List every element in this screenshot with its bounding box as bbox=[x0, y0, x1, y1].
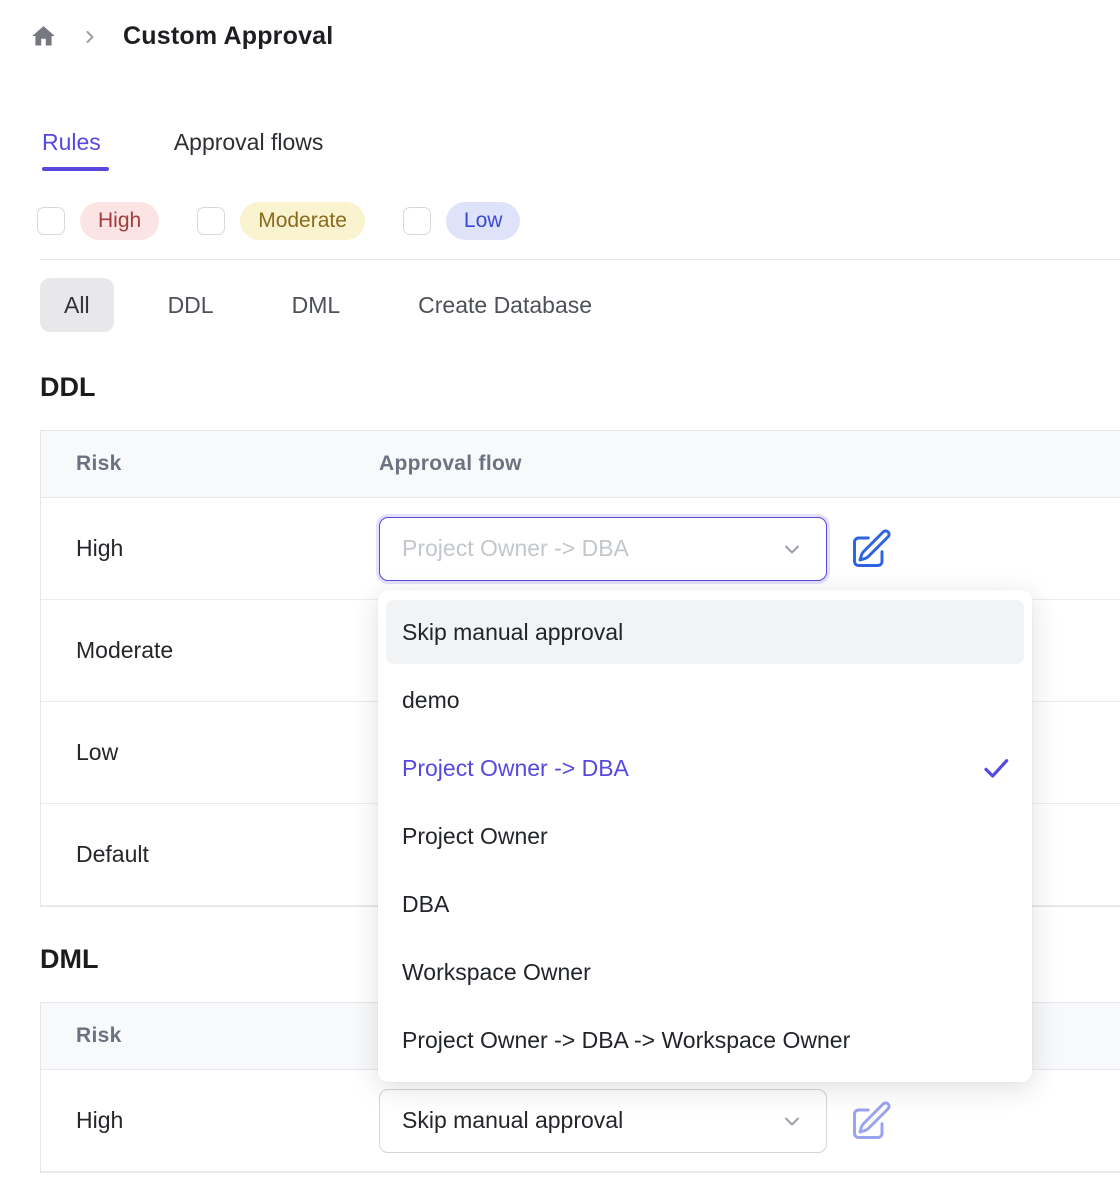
moderate-badge[interactable]: Moderate bbox=[240, 202, 365, 240]
dropdown-item-skip-manual-approval[interactable]: Skip manual approval bbox=[386, 600, 1024, 664]
dropdown-item-project-owner-dba[interactable]: Project Owner -> DBA bbox=[378, 734, 1032, 802]
category-tab-all[interactable]: All bbox=[40, 278, 114, 332]
category-tab-create-database[interactable]: Create Database bbox=[394, 278, 616, 332]
breadcrumb: Custom Approval bbox=[30, 22, 333, 51]
dml-section-title: DML bbox=[40, 944, 98, 975]
risk-filter-low: Low bbox=[403, 202, 521, 240]
moderate-checkbox[interactable] bbox=[197, 207, 225, 235]
tab-rules[interactable]: Rules bbox=[42, 129, 101, 156]
low-checkbox[interactable] bbox=[403, 207, 431, 235]
dropdown-item-demo[interactable]: demo bbox=[378, 666, 1032, 734]
category-tab-bar: All DDL DML Create Database bbox=[40, 278, 616, 332]
approval-flow-dropdown-menu: Skip manual approval demo Project Owner … bbox=[378, 590, 1032, 1082]
home-icon[interactable] bbox=[30, 23, 57, 50]
dropdown-item-project-owner-dba-workspace-owner[interactable]: Project Owner -> DBA -> Workspace Owner bbox=[378, 1006, 1032, 1074]
approval-flow-column-header: Approval flow bbox=[379, 452, 522, 476]
high-checkbox[interactable] bbox=[37, 207, 65, 235]
risk-filter-moderate: Moderate bbox=[197, 202, 365, 240]
ddl-section-title: DDL bbox=[40, 372, 96, 403]
page-title: Custom Approval bbox=[123, 22, 333, 51]
low-badge[interactable]: Low bbox=[446, 202, 521, 240]
dropdown-item-project-owner[interactable]: Project Owner bbox=[378, 802, 1032, 870]
filter-divider bbox=[40, 259, 1120, 260]
chevron-right-icon bbox=[80, 27, 100, 47]
chevron-down-icon bbox=[780, 537, 804, 561]
category-tab-dml[interactable]: DML bbox=[268, 278, 365, 332]
approval-flow-select-ddl-high[interactable]: Project Owner -> DBA bbox=[379, 517, 827, 581]
risk-filter-high: High bbox=[37, 202, 159, 240]
high-badge[interactable]: High bbox=[80, 202, 159, 240]
custom-approval-page: Custom Approval Rules Approval flows Hig… bbox=[0, 0, 1120, 1180]
category-tab-ddl[interactable]: DDL bbox=[144, 278, 238, 332]
risk-column-header: Risk bbox=[41, 452, 379, 476]
chevron-down-icon bbox=[780, 1109, 804, 1133]
check-icon bbox=[980, 752, 1012, 784]
approval-flow-select-dml-high[interactable]: Skip manual approval bbox=[379, 1089, 827, 1153]
ddl-table-header: Risk Approval flow bbox=[41, 431, 1120, 498]
table-row-dml-high: High Skip manual approval bbox=[41, 1070, 1120, 1172]
select-value: Skip manual approval bbox=[402, 1107, 623, 1134]
risk-filter-row: High Moderate Low bbox=[37, 202, 520, 240]
active-tab-underline bbox=[42, 167, 109, 171]
table-row-ddl-high: High Project Owner -> DBA bbox=[41, 498, 1120, 600]
dropdown-item-dba[interactable]: DBA bbox=[378, 870, 1032, 938]
dropdown-item-label: Project Owner -> DBA bbox=[402, 755, 629, 782]
select-value: Project Owner -> DBA bbox=[402, 535, 629, 562]
dropdown-item-workspace-owner[interactable]: Workspace Owner bbox=[378, 938, 1032, 1006]
tab-approval-flows[interactable]: Approval flows bbox=[174, 129, 324, 156]
tab-bar: Rules Approval flows bbox=[42, 129, 323, 156]
edit-approval-flow-button[interactable] bbox=[849, 1099, 893, 1143]
edit-approval-flow-button[interactable] bbox=[849, 527, 893, 571]
risk-column-header: Risk bbox=[41, 1024, 379, 1048]
